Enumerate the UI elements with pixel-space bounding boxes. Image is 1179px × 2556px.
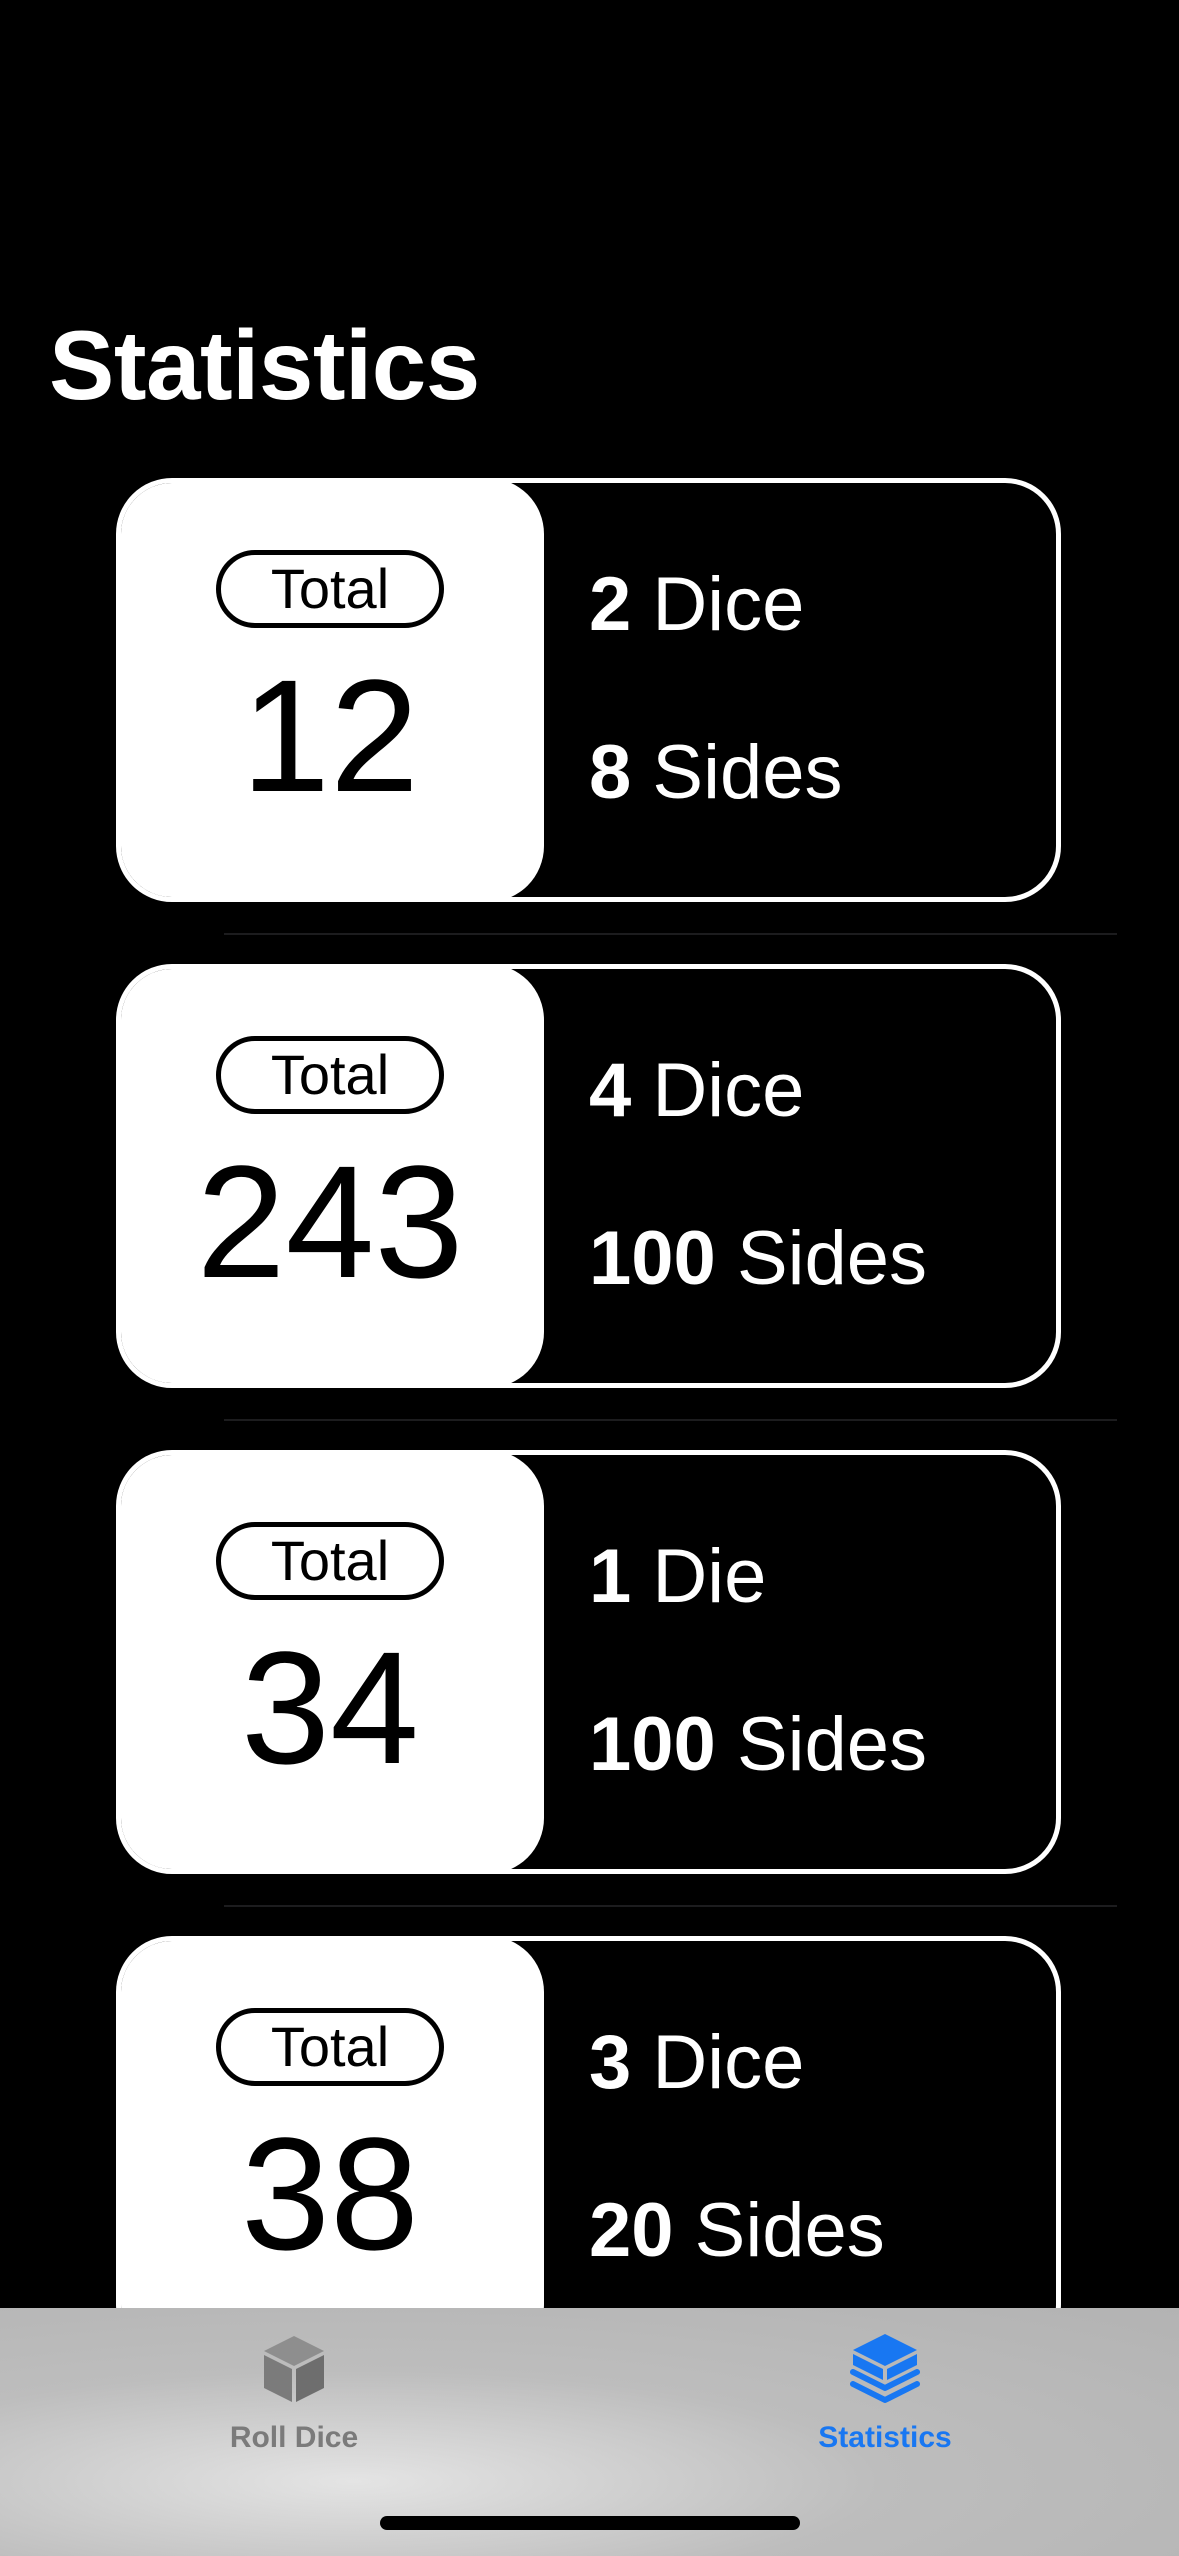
cube-icon [264,2336,324,2402]
total-value: 34 [241,1618,419,1797]
dice-count: 2 [589,562,632,647]
sides-count-line: 20 Sides [589,2186,885,2276]
total-panel: Total 243 [121,969,544,1383]
page-title: Statistics [49,310,480,420]
total-panel: Total 34 [121,1455,544,1869]
total-value: 12 [241,646,419,825]
total-label: Total [216,550,444,628]
dice-word: Dice [652,1048,805,1133]
home-indicator[interactable] [380,2516,800,2530]
stack-icon [850,2334,920,2403]
list-item[interactable]: Total 38 3 Dice 20 Sides [0,1936,1179,2308]
list-item[interactable]: Total 12 2 Dice 8 Sides [0,478,1179,964]
dice-count-line: 1 Die [589,1532,766,1622]
dice-count-line: 2 Dice [589,560,804,650]
roll-card[interactable]: Total 38 3 Dice 20 Sides [116,1936,1061,2308]
roll-card[interactable]: Total 34 1 Die 100 Sides [116,1450,1061,1874]
sides-count: 20 [589,2188,674,2273]
tab-statistics[interactable]: Statistics [735,2328,1035,2478]
dice-count: 4 [589,1048,632,1133]
dice-word: Dice [652,2020,805,2105]
roll-history-list[interactable]: Total 12 2 Dice 8 Sides Total 243 4 Dice… [0,478,1179,2308]
tab-roll-dice[interactable]: Roll Dice [144,2328,444,2478]
dice-count-line: 3 Dice [589,2018,804,2108]
row-separator [224,933,1117,935]
sides-word: Sides [694,2188,885,2273]
dice-count: 1 [589,1534,632,1619]
sides-count: 100 [589,1216,716,1301]
tab-label: Roll Dice [229,2421,359,2454]
sides-count: 8 [589,730,632,815]
total-value: 38 [241,2104,419,2283]
sides-word: Sides [736,1216,928,1301]
tab-label: Statistics [818,2421,952,2454]
sides-count-line: 100 Sides [589,1214,927,1304]
sides-word: Sides [736,1702,928,1787]
total-label: Total [216,2008,444,2086]
dice-count: 3 [589,2020,632,2105]
roll-card[interactable]: Total 243 4 Dice 100 Sides [116,964,1061,1388]
total-label: Total [216,1036,444,1114]
sides-count-line: 100 Sides [589,1700,927,1790]
row-separator [224,1419,1117,1421]
dice-word: Die [652,1534,767,1619]
sides-count-line: 8 Sides [589,728,843,818]
list-item[interactable]: Total 243 4 Dice 100 Sides [0,964,1179,1450]
list-item[interactable]: Total 34 1 Die 100 Sides [0,1450,1179,1936]
row-separator [224,1905,1117,1907]
total-value: 243 [196,1132,464,1311]
total-label: Total [216,1522,444,1600]
dice-count-line: 4 Dice [589,1046,804,1136]
roll-card[interactable]: Total 12 2 Dice 8 Sides [116,478,1061,902]
sides-count: 100 [589,1702,716,1787]
total-panel: Total 38 [121,1941,544,2308]
dice-word: Dice [652,562,805,647]
total-panel: Total 12 [121,483,544,897]
sides-word: Sides [652,730,843,815]
